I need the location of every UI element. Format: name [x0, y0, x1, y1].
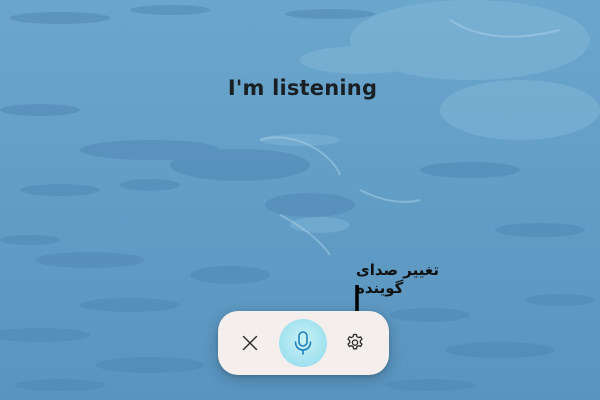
voice-access-bar — [218, 311, 389, 375]
change-voice-annotation: تغییر صدای گوینده — [356, 261, 439, 297]
listening-status-text: I'm listening — [227, 76, 378, 100]
close-icon — [242, 335, 258, 351]
settings-button[interactable] — [339, 327, 371, 359]
gear-icon — [347, 333, 363, 350]
close-button[interactable] — [234, 327, 266, 359]
microphone-icon — [294, 331, 312, 355]
microphone-button[interactable] — [279, 319, 327, 367]
